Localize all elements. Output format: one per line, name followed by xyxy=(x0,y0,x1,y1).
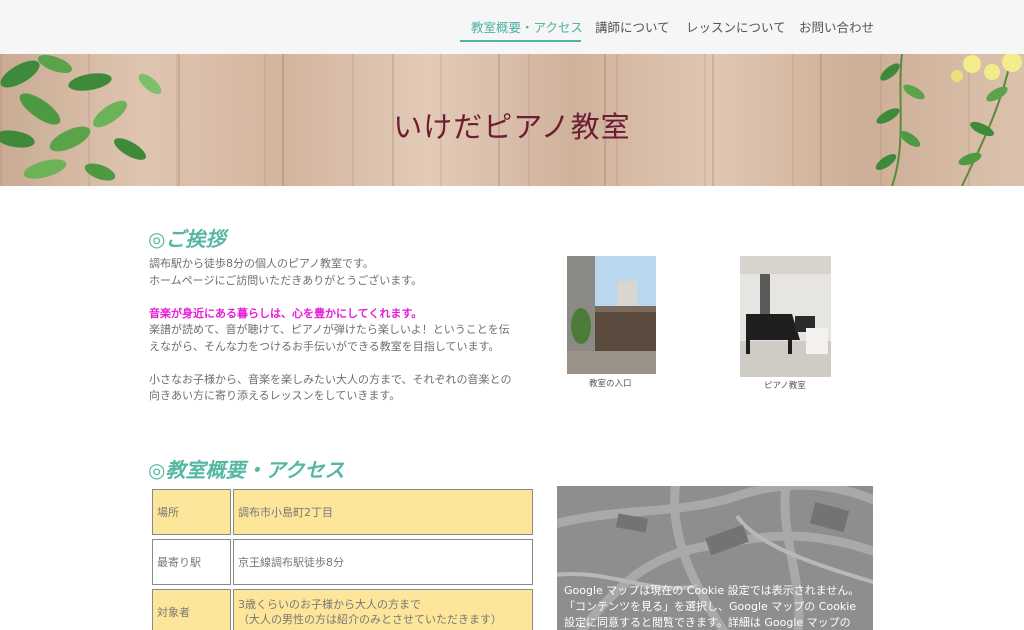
greeting-highlight: 音楽が身近にある暮らしは、心を豊かにしてくれます。 xyxy=(149,306,423,320)
google-map-placeholder[interactable]: Google マップは現在の Cookie 設定では表示されません。 「コンテン… xyxy=(557,486,873,630)
leaves-right-decoration xyxy=(875,54,1022,186)
nav-item-contact[interactable]: お問い合わせ xyxy=(799,17,874,36)
greeting-line: 調布駅から徒歩8分の個人のピアノ教室です。 xyxy=(149,257,374,270)
piano-room-photo xyxy=(740,256,831,377)
nav-item-overview-access[interactable]: 教室概要・アクセス xyxy=(471,17,583,36)
greeting-line: ホームページにご訪問いただきありがとうございます。 xyxy=(149,273,423,287)
entrance-photo-caption: 教室の入口 xyxy=(589,379,632,389)
map-cookie-notice: Google マップは現在の Cookie 設定では表示されません。 「コンテン… xyxy=(564,583,869,630)
table-label-cell: 場所 xyxy=(152,489,231,535)
table-label-cell: 対象者 xyxy=(152,589,231,630)
hero-banner: いけだピアノ教室 xyxy=(0,54,1024,186)
table-value-cell: 調布市小島町2丁目 xyxy=(233,489,533,535)
table-value-cell: 3歳くらいのお子様から大人の方まで （大人の男性の方は紹介のみとさせていただきま… xyxy=(233,589,533,630)
greeting-line: 楽譜が読めて、音が聴けて、ピアノが弾けたら楽しいよ！ということを伝 xyxy=(149,323,510,336)
greeting-text: 調布駅から徒歩8分の個人のピアノ教室です。 ホームページにご訪問いただきありがと… xyxy=(149,256,524,405)
top-navigation: 教室概要・アクセス 講師について レッスンについて お問い合わせ xyxy=(0,0,1024,54)
nav-item-instructor[interactable]: 講師について xyxy=(595,17,670,36)
piano-room-photo-caption: ピアノ教室 xyxy=(764,381,806,391)
table-value-cell: 京王線調布駅徒歩8分 xyxy=(233,539,533,585)
table-label-cell: 最寄り駅 xyxy=(152,539,231,585)
greeting-heading: ◎ご挨拶 xyxy=(148,227,226,251)
table-value-line: （大人の男性の方は紹介のみとさせていただきます） xyxy=(238,613,502,626)
active-nav-indicator xyxy=(460,40,581,42)
map-notice-line: Google マップは現在の Cookie 設定では表示されません。 xyxy=(564,584,860,597)
overview-heading: ◎教室概要・アクセス xyxy=(148,458,345,482)
map-notice-line: 「コンテンツを見る」を選択し、Google マップの Cookie xyxy=(564,600,857,613)
entrance-photo xyxy=(567,256,656,374)
greeting-line: 向きあい方に寄り添えるレッスンをしていきます。 xyxy=(149,389,401,402)
map-notice-line: 設定に同意すると閲覧できます。詳細は Google マップの xyxy=(564,616,851,629)
greeting-line: 小さなお子様から、音楽を楽しみたい大人の方まで、それぞれの音楽との xyxy=(149,372,512,386)
greeting-line: えながら、そんな力をつけるお手伝いができる教室を目指しています。 xyxy=(149,339,500,353)
table-value-line: 3歳くらいのお子様から大人の方まで xyxy=(238,598,421,611)
nav-item-lessons[interactable]: レッスンについて xyxy=(686,17,786,36)
